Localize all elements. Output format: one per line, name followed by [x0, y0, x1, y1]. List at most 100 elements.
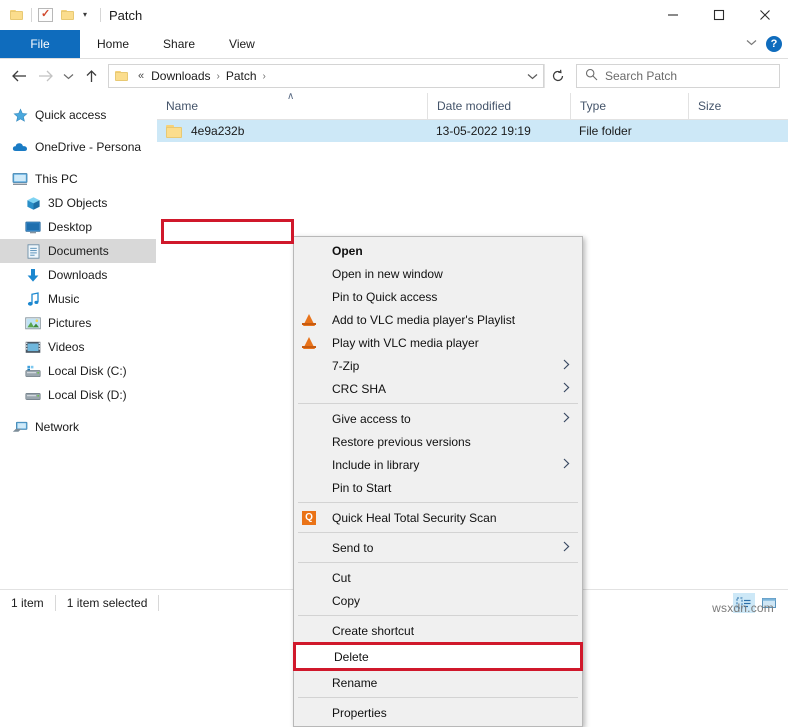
qat-divider	[31, 8, 32, 22]
column-header-date-modified[interactable]: Date modified	[427, 93, 570, 119]
column-header-label: Name	[166, 99, 198, 113]
menu-item-give-access-to[interactable]: Give access to	[294, 407, 582, 430]
sidebar-item-label: Pictures	[48, 316, 91, 330]
sidebar-item-pictures[interactable]: Pictures	[0, 311, 156, 335]
menu-item-open-in-new-window[interactable]: Open in new window	[294, 262, 582, 285]
file-name-cell[interactable]: 4e9a232b	[157, 120, 427, 142]
properties-icon[interactable]	[38, 8, 53, 22]
tab-file[interactable]: File	[0, 30, 80, 58]
chevron-down-icon[interactable]	[746, 39, 757, 49]
sidebar-item-local-disk-d[interactable]: Local Disk (D:)	[0, 383, 156, 407]
address-path-box[interactable]: « Downloads › Patch ›	[108, 64, 544, 88]
monitor-icon	[12, 171, 28, 187]
sidebar-item-videos[interactable]: Videos	[0, 335, 156, 359]
menu-item-quick-heal-scan[interactable]: Q Quick Heal Total Security Scan	[294, 506, 582, 529]
tab-share[interactable]: Share	[146, 30, 212, 58]
sidebar-item-network[interactable]: Network	[0, 415, 156, 439]
menu-item-delete[interactable]: Delete	[293, 642, 583, 671]
cloud-icon	[12, 139, 28, 155]
menu-item-restore-previous-versions[interactable]: Restore previous versions	[294, 430, 582, 453]
path-folder-icon	[115, 70, 130, 82]
recent-locations-button[interactable]	[58, 63, 78, 89]
address-dropdown-icon[interactable]	[521, 64, 543, 88]
folder-icon[interactable]	[10, 9, 25, 21]
chevron-right-icon	[563, 382, 570, 395]
tab-home[interactable]: Home	[80, 30, 146, 58]
menu-item-add-to-vlc-playlist[interactable]: Add to VLC media player's Playlist	[294, 308, 582, 331]
ribbon-right-controls: ?	[746, 30, 782, 58]
sidebar-item-local-disk-c[interactable]: Local Disk (C:)	[0, 359, 156, 383]
refresh-button[interactable]	[544, 64, 571, 88]
sidebar-item-music[interactable]: Music	[0, 287, 156, 311]
menu-item-include-in-library[interactable]: Include in library	[294, 453, 582, 476]
vlc-cone-icon	[298, 337, 320, 349]
new-folder-icon[interactable]	[61, 9, 76, 21]
vlc-cone-icon	[298, 314, 320, 326]
menu-item-label: Send to	[320, 541, 373, 555]
sidebar-item-label: Local Disk (C:)	[48, 364, 127, 378]
chevron-right-icon	[563, 412, 570, 425]
close-button[interactable]	[742, 0, 788, 30]
up-button[interactable]	[78, 63, 104, 89]
minimize-button[interactable]	[650, 0, 696, 30]
back-button[interactable]	[6, 63, 32, 89]
column-header-size[interactable]: Size	[688, 93, 783, 119]
menu-item-cut[interactable]: Cut	[294, 566, 582, 589]
sidebar-item-label: Local Disk (D:)	[48, 388, 127, 402]
menu-separator	[298, 615, 578, 616]
quick-heal-letter: Q	[302, 511, 316, 525]
sidebar-item-onedrive[interactable]: OneDrive - Persona	[0, 135, 156, 159]
menu-item-7-zip[interactable]: 7-Zip	[294, 354, 582, 377]
breadcrumb-overflow-icon[interactable]: «	[134, 70, 148, 82]
menu-item-label: Pin to Start	[320, 481, 391, 495]
column-header-label: Type	[580, 99, 606, 113]
sidebar-item-documents[interactable]: Documents	[0, 239, 156, 263]
customize-qat-caret-icon[interactable]: ▾	[83, 11, 87, 19]
sidebar-item-desktop[interactable]: Desktop	[0, 215, 156, 239]
search-icon	[585, 68, 598, 84]
menu-item-create-shortcut[interactable]: Create shortcut	[294, 619, 582, 642]
sidebar-item-quick-access[interactable]: Quick access	[0, 103, 156, 127]
menu-item-label: CRC SHA	[320, 382, 386, 396]
forward-button[interactable]	[32, 63, 58, 89]
search-box[interactable]: Search Patch	[576, 64, 780, 88]
tab-view[interactable]: View	[212, 30, 272, 58]
search-input[interactable]: Search Patch	[605, 69, 677, 83]
drive-icon	[25, 387, 41, 403]
sidebar-item-3d-objects[interactable]: 3D Objects	[0, 191, 156, 215]
menu-item-send-to[interactable]: Send to	[294, 536, 582, 559]
menu-item-label: Cut	[320, 571, 351, 585]
chevron-right-icon	[563, 458, 570, 471]
menu-item-pin-to-start[interactable]: Pin to Start	[294, 476, 582, 499]
menu-item-open[interactable]: Open	[294, 239, 582, 262]
menu-item-crc-sha[interactable]: CRC SHA	[294, 377, 582, 400]
menu-item-pin-to-quick-access[interactable]: Pin to Quick access	[294, 285, 582, 308]
menu-item-properties[interactable]: Properties	[294, 701, 582, 724]
desktop-icon	[25, 219, 41, 235]
column-header-name[interactable]: ∧ Name	[157, 93, 427, 119]
menu-item-label: Restore previous versions	[320, 435, 471, 449]
ribbon-tab-bar: File Home Share View ?	[0, 30, 788, 59]
breadcrumb-patch[interactable]: Patch	[223, 69, 260, 83]
menu-item-copy[interactable]: Copy	[294, 589, 582, 612]
sidebar-item-this-pc[interactable]: This PC	[0, 167, 156, 191]
column-header-type[interactable]: Type	[570, 93, 688, 119]
help-icon[interactable]: ?	[766, 36, 782, 52]
file-type-cell: File folder	[570, 120, 688, 142]
breadcrumb-downloads[interactable]: Downloads	[148, 69, 213, 83]
menu-item-label: Add to VLC media player's Playlist	[320, 313, 515, 327]
menu-item-play-with-vlc[interactable]: Play with VLC media player	[294, 331, 582, 354]
breadcrumb-separator-2[interactable]: ›	[260, 71, 269, 82]
title-bar: ▾ Patch	[0, 0, 788, 30]
system-drive-icon	[25, 363, 41, 379]
maximize-button[interactable]	[696, 0, 742, 30]
status-item-count: 1 item	[0, 595, 55, 611]
menu-item-rename[interactable]: Rename	[294, 671, 582, 694]
table-row[interactable]: 4e9a232b 13-05-2022 19:19 File folder	[157, 120, 788, 142]
status-divider	[158, 595, 159, 611]
sidebar-item-downloads[interactable]: Downloads	[0, 263, 156, 287]
breadcrumb-separator-1[interactable]: ›	[214, 71, 223, 82]
context-menu: Open Open in new window Pin to Quick acc…	[293, 236, 583, 727]
menu-item-label: Open in new window	[320, 267, 443, 281]
sidebar-item-label: Quick access	[35, 108, 106, 122]
